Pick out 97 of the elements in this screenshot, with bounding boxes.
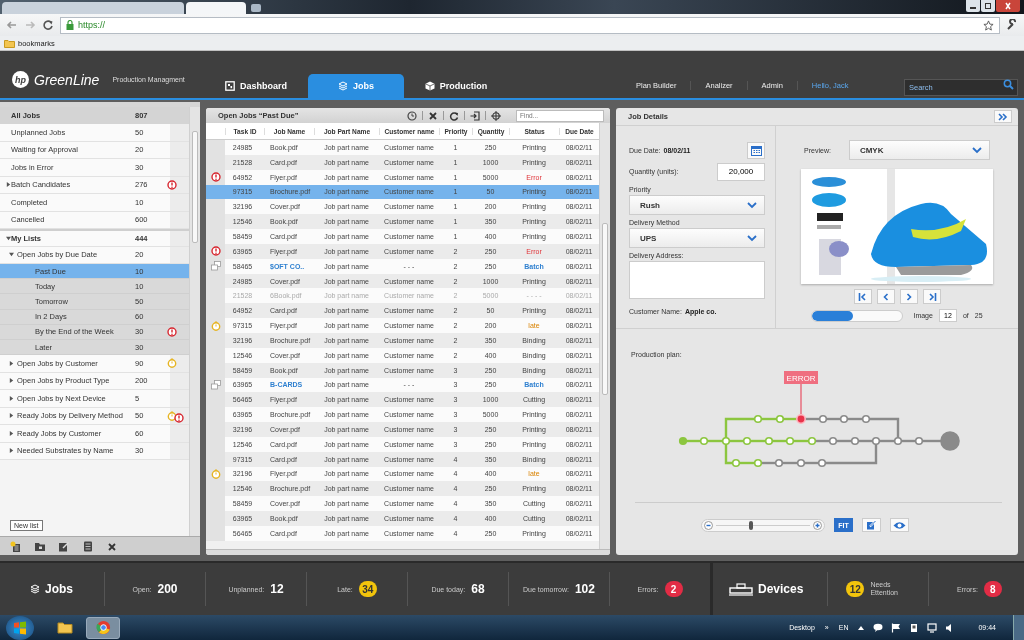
target-icon[interactable]: [491, 110, 501, 121]
first-icon: [857, 292, 868, 301]
search-icon[interactable]: [1003, 79, 1014, 90]
stat-value: 12: [270, 582, 284, 596]
device-icon[interactable]: [909, 622, 920, 633]
stack-icon: [210, 379, 221, 390]
network-icon[interactable]: [927, 622, 938, 633]
logo-mark: hp: [12, 71, 29, 88]
edit-icon[interactable]: [58, 540, 70, 552]
caret-icon[interactable]: [9, 378, 14, 384]
stat-value: 34: [358, 581, 377, 597]
stat-value: 12: [846, 581, 865, 597]
alert-icon: [210, 246, 221, 257]
stopwatch-icon: [210, 320, 221, 331]
stat-value: 2: [664, 581, 683, 597]
new-list-icon[interactable]: [10, 540, 22, 552]
caret-icon[interactable]: [6, 235, 11, 241]
browser-icon: [95, 620, 111, 635]
previous-page-button[interactable]: [876, 289, 895, 304]
caret-icon[interactable]: [9, 430, 14, 436]
layers-icon: [338, 81, 348, 91]
stat-value: 68: [471, 582, 485, 596]
folder-icon: [57, 621, 73, 634]
chevron-down-icon: [747, 201, 757, 209]
dashboard-icon: [225, 81, 235, 91]
priority-dropdown[interactable]: Rush: [629, 195, 765, 215]
next-page-button[interactable]: [899, 289, 918, 304]
close-button[interactable]: [996, 0, 1020, 12]
zoom-in-icon[interactable]: [813, 520, 822, 530]
browser-taskbar-icon[interactable]: [86, 616, 120, 639]
refresh-icon[interactable]: [449, 110, 459, 121]
delete-icon[interactable]: [428, 110, 438, 121]
star-icon[interactable]: [983, 19, 994, 31]
brand-name: GreenLine: [34, 71, 100, 88]
expand-button[interactable]: [994, 110, 1012, 123]
address-bar[interactable]: https://: [60, 16, 1000, 34]
stat-value: 200: [157, 582, 178, 596]
nav-tab[interactable]: Dashboard: [208, 74, 304, 98]
status-title: Jobs: [45, 582, 73, 596]
cube-icon: [424, 81, 435, 91]
edit-button[interactable]: [862, 518, 881, 532]
calendar-button[interactable]: [747, 142, 765, 159]
stat-value: 102: [574, 582, 595, 596]
import-icon[interactable]: [470, 110, 480, 121]
close-icon[interactable]: [106, 540, 118, 552]
minimize-button[interactable]: [966, 0, 980, 12]
stat-value: 8: [983, 581, 1002, 597]
wrench-icon[interactable]: [1006, 19, 1018, 31]
caret-icon[interactable]: [9, 360, 14, 366]
leader-line: [800, 383, 802, 415]
folder-icon[interactable]: [34, 540, 46, 552]
back-icon[interactable]: [6, 19, 18, 31]
preview-dropdown[interactable]: CMYK: [848, 140, 990, 160]
close-icon: [1003, 2, 1013, 10]
jobs-icon: [30, 584, 40, 594]
last-icon: [926, 292, 937, 301]
caret-icon[interactable]: [9, 395, 14, 401]
windows-icon: [13, 620, 27, 635]
flag-icon[interactable]: [891, 622, 902, 633]
reload-icon[interactable]: [42, 19, 54, 31]
maximize-icon: [983, 2, 993, 10]
stopwatch-icon: [210, 469, 221, 479]
eye-icon: [893, 520, 906, 530]
delivery-dropdown[interactable]: UPS: [629, 228, 765, 248]
caret-icon[interactable]: [9, 448, 14, 454]
folder-icon: [4, 38, 15, 48]
printer-icon: [729, 582, 753, 596]
clock-icon[interactable]: [407, 110, 417, 121]
start-button[interactable]: [6, 615, 34, 640]
list-icon[interactable]: [82, 540, 94, 552]
double-chevron-icon: [998, 112, 1008, 121]
new-tab-button[interactable]: [251, 4, 261, 12]
caret-icon[interactable]: [9, 252, 14, 258]
calendar-icon: [750, 145, 762, 156]
edit-icon: [866, 520, 877, 530]
quantity-field[interactable]: 20,000: [717, 162, 765, 181]
nav-tab[interactable]: Production: [408, 74, 504, 98]
last-page-button[interactable]: [922, 289, 941, 304]
alert-icon: [210, 172, 221, 183]
caret-icon[interactable]: [6, 182, 11, 188]
address-field[interactable]: [629, 261, 765, 299]
chat-icon[interactable]: [873, 622, 884, 633]
chevron-down-icon: [747, 234, 757, 242]
maximize-button[interactable]: [981, 0, 995, 12]
caret-icon[interactable]: [9, 413, 14, 419]
chevron-down-icon: [971, 146, 982, 154]
zoom-out-icon[interactable]: [704, 520, 713, 530]
lock-icon: [66, 20, 74, 30]
error-tag: ERROR: [784, 371, 818, 384]
first-page-button[interactable]: [853, 289, 872, 304]
status-title: Devices: [758, 582, 804, 596]
scrollbar[interactable]: [189, 107, 200, 536]
view-button[interactable]: [890, 518, 909, 532]
scrollbar[interactable]: [599, 123, 610, 549]
zoom-slider[interactable]: [701, 518, 825, 532]
stack-icon: [210, 261, 221, 272]
slider-thumb[interactable]: [748, 520, 753, 530]
